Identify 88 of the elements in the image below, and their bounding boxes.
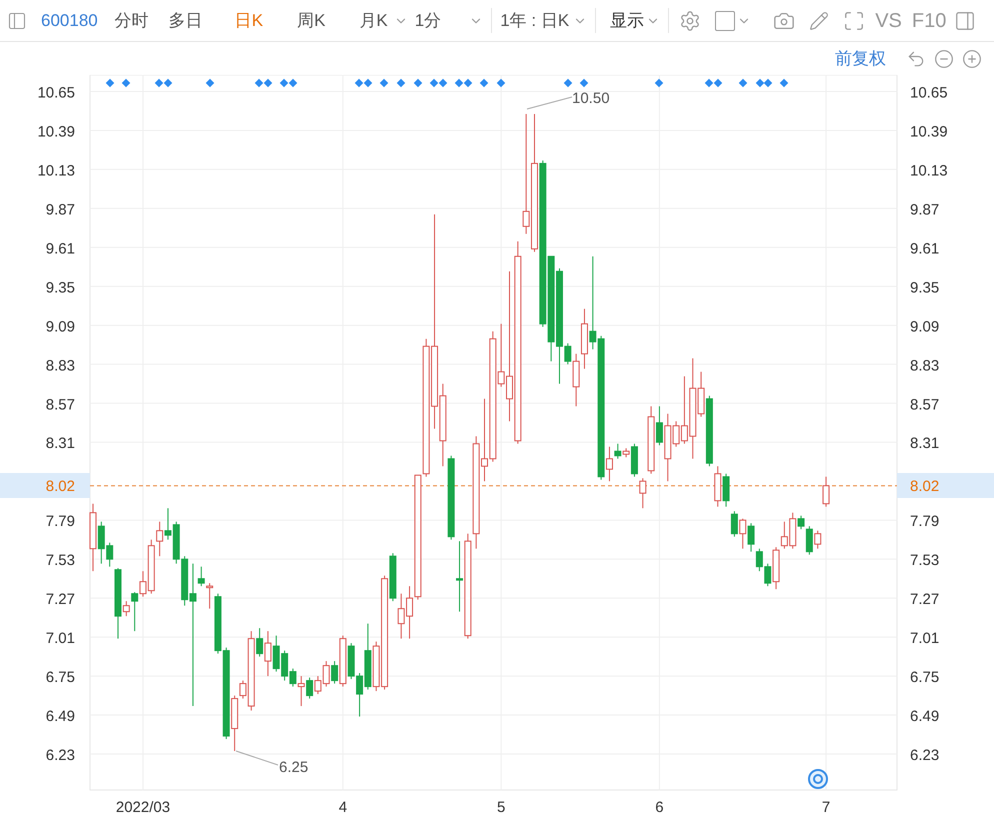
interval-dropdown[interactable]: 1分	[414, 8, 492, 34]
price-axis-label: 9.35	[910, 279, 940, 296]
price-axis-label: 8.83	[46, 357, 75, 374]
price-axis-label: 6.75	[910, 669, 940, 686]
target-icon[interactable]	[808, 769, 828, 789]
price-axis-label: 7.01	[46, 630, 75, 648]
price-axis-label: 10.39	[910, 123, 948, 140]
date-axis-label: 5	[497, 799, 506, 816]
candlestick	[606, 446, 613, 482]
price-axis-label: 10.65	[910, 84, 948, 102]
price-axis-label: 6.23	[46, 747, 75, 764]
candlestick	[456, 540, 464, 612]
current-price-label: 8.02	[910, 478, 940, 495]
candlestick	[798, 515, 805, 530]
zoom-out-icon[interactable]	[934, 48, 954, 68]
price-axis-label: 10.65	[37, 84, 75, 102]
candlestick	[198, 566, 205, 587]
settings-icon[interactable]	[679, 10, 702, 32]
period-tab[interactable]: 周K	[294, 8, 328, 34]
price-axis-label: 7.79	[910, 513, 940, 530]
period-tab[interactable]: 多日	[166, 8, 206, 34]
price-axis-label: 9.09	[910, 318, 940, 336]
price-axis-label: 8.57	[910, 396, 940, 414]
price-axis-label: 8.31	[46, 435, 75, 452]
leader-line	[236, 750, 278, 766]
candlestick	[206, 582, 214, 610]
pencil-icon[interactable]	[809, 10, 830, 30]
price-axis-label: 9.09	[46, 318, 75, 336]
leader-line	[526, 96, 572, 110]
fullscreen-icon[interactable]	[843, 10, 866, 32]
candlestick	[739, 518, 746, 550]
range-dropdown[interactable]: 1年 : 日K	[500, 8, 596, 34]
price-axis-label: 8.57	[46, 396, 75, 414]
price-axis-label: 9.35	[46, 279, 75, 296]
adjust-link[interactable]: 前复权	[835, 46, 886, 72]
candlestick	[264, 630, 272, 677]
candlestick	[656, 406, 663, 446]
price-axis-label: 7.53	[46, 552, 75, 570]
date-axis-label: 2022/03	[116, 799, 170, 816]
period-tab[interactable]: 分时	[112, 8, 152, 34]
price-axis-label: 7.53	[910, 552, 940, 570]
sidebar-toggle-icon[interactable]	[7, 10, 27, 30]
price-axis-label: 9.61	[910, 240, 940, 258]
candlestick	[298, 676, 305, 707]
diamond-icon	[654, 78, 664, 88]
price-axis-label: 7.01	[910, 630, 940, 648]
candlestick	[156, 521, 164, 557]
candlestick	[814, 530, 822, 550]
panel-toggle-icon[interactable]	[954, 10, 976, 32]
price-axis-label: 9.87	[46, 201, 75, 218]
price-axis-label: 10.13	[37, 162, 75, 180]
candlestick	[806, 526, 813, 556]
candlestick	[122, 600, 130, 617]
current-price-label: 8.02	[46, 478, 75, 495]
price-axis-label: 9.61	[46, 240, 75, 258]
candlestick	[131, 592, 138, 632]
candlestick	[639, 478, 646, 509]
price-axis-label: 8.31	[910, 435, 940, 452]
price-axis-label: 7.27	[46, 591, 75, 608]
candlestick	[256, 628, 264, 658]
display-dropdown[interactable]: 显示	[610, 8, 670, 34]
price-axis-label: 10.39	[37, 123, 75, 140]
candlestick	[822, 476, 830, 508]
square-icon	[715, 10, 736, 30]
candlestick	[748, 522, 755, 552]
high-price-label: 10.50	[572, 90, 610, 107]
candlestick	[614, 443, 622, 460]
date-axis-label: 4	[338, 799, 348, 816]
zoom-in-icon[interactable]	[962, 48, 982, 68]
diamond-icon	[206, 78, 214, 88]
candlestick	[306, 677, 314, 700]
date-axis-label: 6	[655, 799, 664, 816]
period-tab[interactable]: 月K	[356, 8, 411, 34]
candlestick	[730, 510, 738, 538]
price-axis-label: 7.27	[910, 591, 940, 608]
price-axis-label: 6.49	[46, 708, 75, 726]
candlestick	[331, 660, 338, 684]
price-axis-label: 6.49	[910, 708, 940, 726]
price-axis-label: 10.13	[910, 162, 948, 180]
price-axis-label: 9.87	[910, 201, 940, 218]
low-price-label: 6.25	[279, 759, 308, 776]
price-axis-label: 7.79	[46, 513, 75, 530]
price-axis-label: 6.75	[46, 669, 75, 686]
candlestick	[722, 473, 730, 508]
price-axis-label: 6.23	[910, 747, 940, 764]
price-axis-label: 8.83	[910, 357, 940, 374]
stock-code: 600180	[41, 10, 98, 32]
date-axis-label: 7	[822, 799, 830, 816]
